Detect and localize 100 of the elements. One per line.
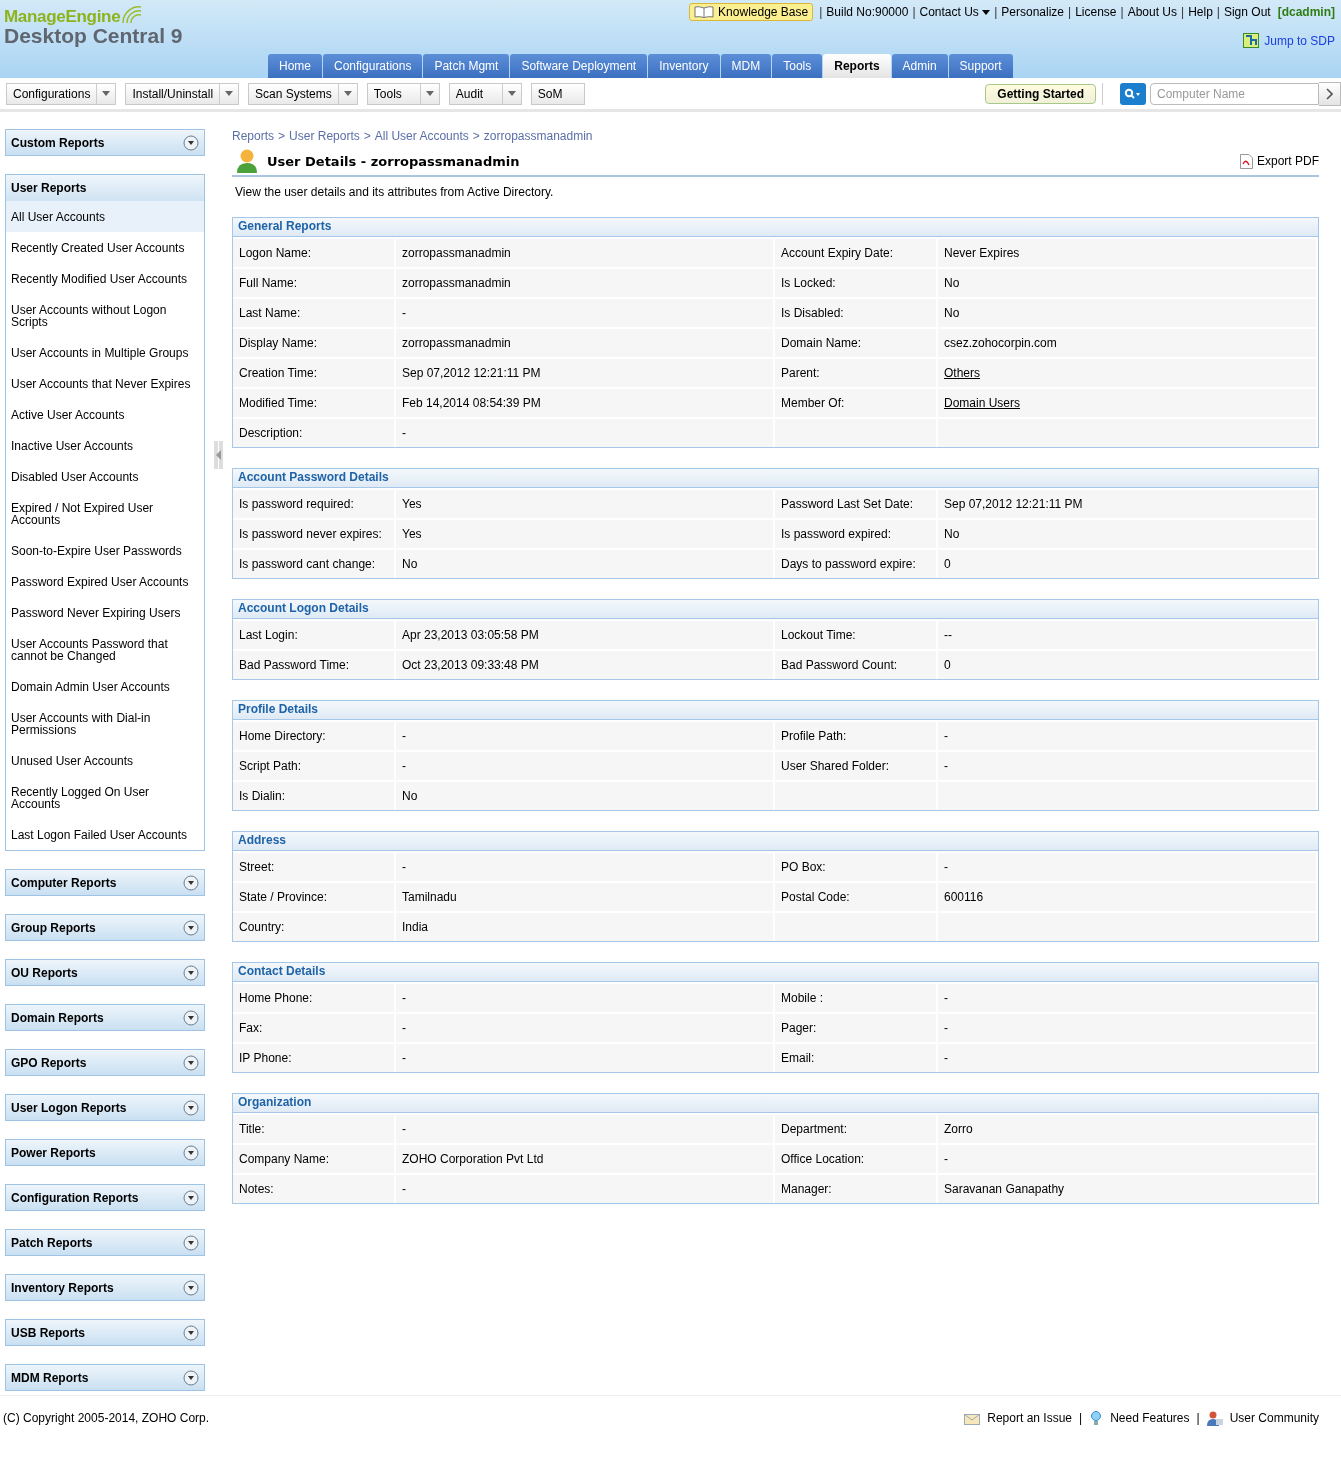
report-link[interactable]: All User Accounts <box>6 201 204 232</box>
field-value-link[interactable]: Domain Users <box>944 396 1021 410</box>
report-group-header[interactable]: User Logon Reports <box>5 1094 205 1121</box>
nav-tab[interactable]: Inventory <box>648 54 720 78</box>
report-link[interactable]: Domain Admin User Accounts <box>6 671 204 702</box>
report-link[interactable]: User Accounts Password that cannot be Changed <box>6 628 204 671</box>
light-bulb-icon <box>1089 1410 1104 1426</box>
nav-tab[interactable]: Tools <box>772 54 823 78</box>
export-pdf-link[interactable]: Export PDF <box>1240 153 1319 169</box>
jump-to-sdp-link[interactable]: Jump to SDP <box>1264 33 1335 48</box>
report-link[interactable]: Active User Accounts <box>6 399 204 430</box>
report-link[interactable]: User Accounts with Dial-in Permissions <box>6 702 204 745</box>
report-link[interactable]: Password Expired User Accounts <box>6 566 204 597</box>
field-label: Is password cant change: <box>239 557 376 571</box>
field-label: Is password required: <box>239 497 354 511</box>
header-link[interactable]: License <box>1075 5 1117 19</box>
nav-tab[interactable]: Admin <box>891 54 948 78</box>
field-value: Oct 23,2013 09:33:48 PM <box>402 658 539 672</box>
report-link[interactable]: Recently Created User Accounts <box>6 232 204 263</box>
expand-icon <box>183 1234 199 1251</box>
field-label: Is password never expires: <box>239 527 382 541</box>
report-link[interactable]: Disabled User Accounts <box>6 461 204 492</box>
footer-link[interactable]: Report an Issue <box>987 1411 1072 1425</box>
nav-tab[interactable]: MDM <box>720 54 772 78</box>
chevron-right-icon <box>1326 87 1333 100</box>
nav-tab[interactable]: Reports <box>823 54 891 78</box>
expand-icon <box>183 874 199 891</box>
report-link[interactable]: Expired / Not Expired User Accounts <box>6 492 204 535</box>
report-link[interactable]: User Accounts without Logon Scripts <box>6 294 204 337</box>
field-value: India <box>402 920 429 934</box>
field-value: No <box>944 527 960 541</box>
toolbar-menu-button[interactable]: SoM <box>530 82 585 105</box>
report-group-header[interactable]: Domain Reports <box>5 1004 205 1031</box>
nav-tab[interactable]: Software Deployment <box>510 54 648 78</box>
field-label: Creation Time: <box>239 366 318 380</box>
report-group-header[interactable]: Patch Reports <box>5 1229 205 1256</box>
build-number: Build No:90000 <box>826 5 909 19</box>
report-group-header[interactable]: USB Reports <box>5 1319 205 1346</box>
report-link[interactable]: Password Never Expiring Users <box>6 597 204 628</box>
field-value: Yes <box>402 497 422 511</box>
header-link[interactable]: Help <box>1188 5 1213 19</box>
expand-icon <box>183 1189 199 1206</box>
nav-tab[interactable]: Configurations <box>323 54 423 78</box>
nav-tab[interactable]: Patch Mgmt <box>423 54 510 78</box>
report-group-title: Power Reports <box>11 1145 96 1160</box>
collapse-handle-icon[interactable] <box>214 441 223 469</box>
footer-link[interactable]: Need Features <box>1110 1411 1190 1425</box>
breadcrumb-separator: > <box>278 129 286 143</box>
section-title: Profile Details <box>238 702 319 716</box>
expand-icon <box>183 1369 199 1386</box>
report-link[interactable]: Recently Modified User Accounts <box>6 263 204 294</box>
logo-arc-icon <box>121 3 144 25</box>
toolbar-menu-button[interactable]: Scan Systems <box>248 82 358 105</box>
report-link[interactable]: User Accounts in Multiple Groups <box>6 337 204 368</box>
breadcrumb-link[interactable]: User Reports <box>289 129 360 143</box>
field-value: zorropassmanadmin <box>402 246 511 260</box>
report-group-header[interactable]: Inventory Reports <box>5 1274 205 1301</box>
user-name: [dcadmin] <box>1277 5 1335 19</box>
go-button[interactable] <box>1319 81 1341 106</box>
footer-link[interactable]: User Community <box>1229 1411 1319 1425</box>
field-value: 600116 <box>944 890 984 904</box>
report-link[interactable]: User Accounts that Never Expires <box>6 368 204 399</box>
report-group-title: Computer Reports <box>11 875 117 890</box>
breadcrumb-link[interactable]: Reports <box>232 129 275 143</box>
report-group-header[interactable]: Power Reports <box>5 1139 205 1166</box>
header-link[interactable]: Sign Out <box>1223 5 1271 19</box>
field-value: Sep 07,2012 12:21:11 PM <box>944 497 1083 511</box>
nav-tab[interactable]: Home <box>268 54 322 78</box>
field-label: Days to password expire: <box>781 557 916 571</box>
getting-started-button[interactable]: Getting Started <box>985 83 1096 104</box>
toolbar-menu-button[interactable]: Audit <box>448 82 522 105</box>
report-link[interactable]: Inactive User Accounts <box>6 430 204 461</box>
nav-tab[interactable]: Support <box>948 54 1013 78</box>
breadcrumb-link[interactable]: zorropassmanadmin <box>483 129 593 143</box>
field-label: Company Name: <box>239 1152 330 1166</box>
field-value-link[interactable]: Others <box>944 366 980 380</box>
toolbar-menu-button[interactable]: Install/Uninstall <box>125 82 240 105</box>
report-group-header[interactable]: Custom Reports <box>5 129 205 156</box>
field-label: Script Path: <box>239 759 302 773</box>
report-group-header[interactable]: GPO Reports <box>5 1049 205 1076</box>
report-group-header[interactable]: Computer Reports <box>5 869 205 896</box>
breadcrumb-link[interactable]: All User Accounts <box>374 129 469 143</box>
report-link[interactable]: Soon-to-Expire User Passwords <box>6 535 204 566</box>
contact-menu[interactable]: Contact Us <box>919 5 991 19</box>
header-link[interactable]: Personalize <box>1001 5 1065 19</box>
report-link[interactable]: Recently Logged On User Accounts <box>6 776 204 819</box>
report-group-header[interactable]: Configuration Reports <box>5 1184 205 1211</box>
report-group-header[interactable]: OU Reports <box>5 959 205 986</box>
toolbar-menu-button[interactable]: Tools <box>366 82 440 105</box>
report-link[interactable]: Unused User Accounts <box>6 745 204 776</box>
field-label: Parent: <box>781 366 820 380</box>
toolbar-menu-button[interactable]: Configurations <box>6 82 117 105</box>
report-group-header[interactable]: MDM Reports <box>5 1364 205 1391</box>
report-group-header[interactable]: Group Reports <box>5 914 205 941</box>
header-link[interactable]: About Us <box>1127 5 1177 19</box>
computer-name-field[interactable]: Computer Name <box>1150 82 1319 105</box>
search-button[interactable] <box>1120 82 1146 105</box>
field-label: Country: <box>239 920 285 934</box>
report-link[interactable]: Last Logon Failed User Accounts <box>6 819 204 850</box>
knowledge-base-button[interactable]: Knowledge Base <box>689 3 814 21</box>
